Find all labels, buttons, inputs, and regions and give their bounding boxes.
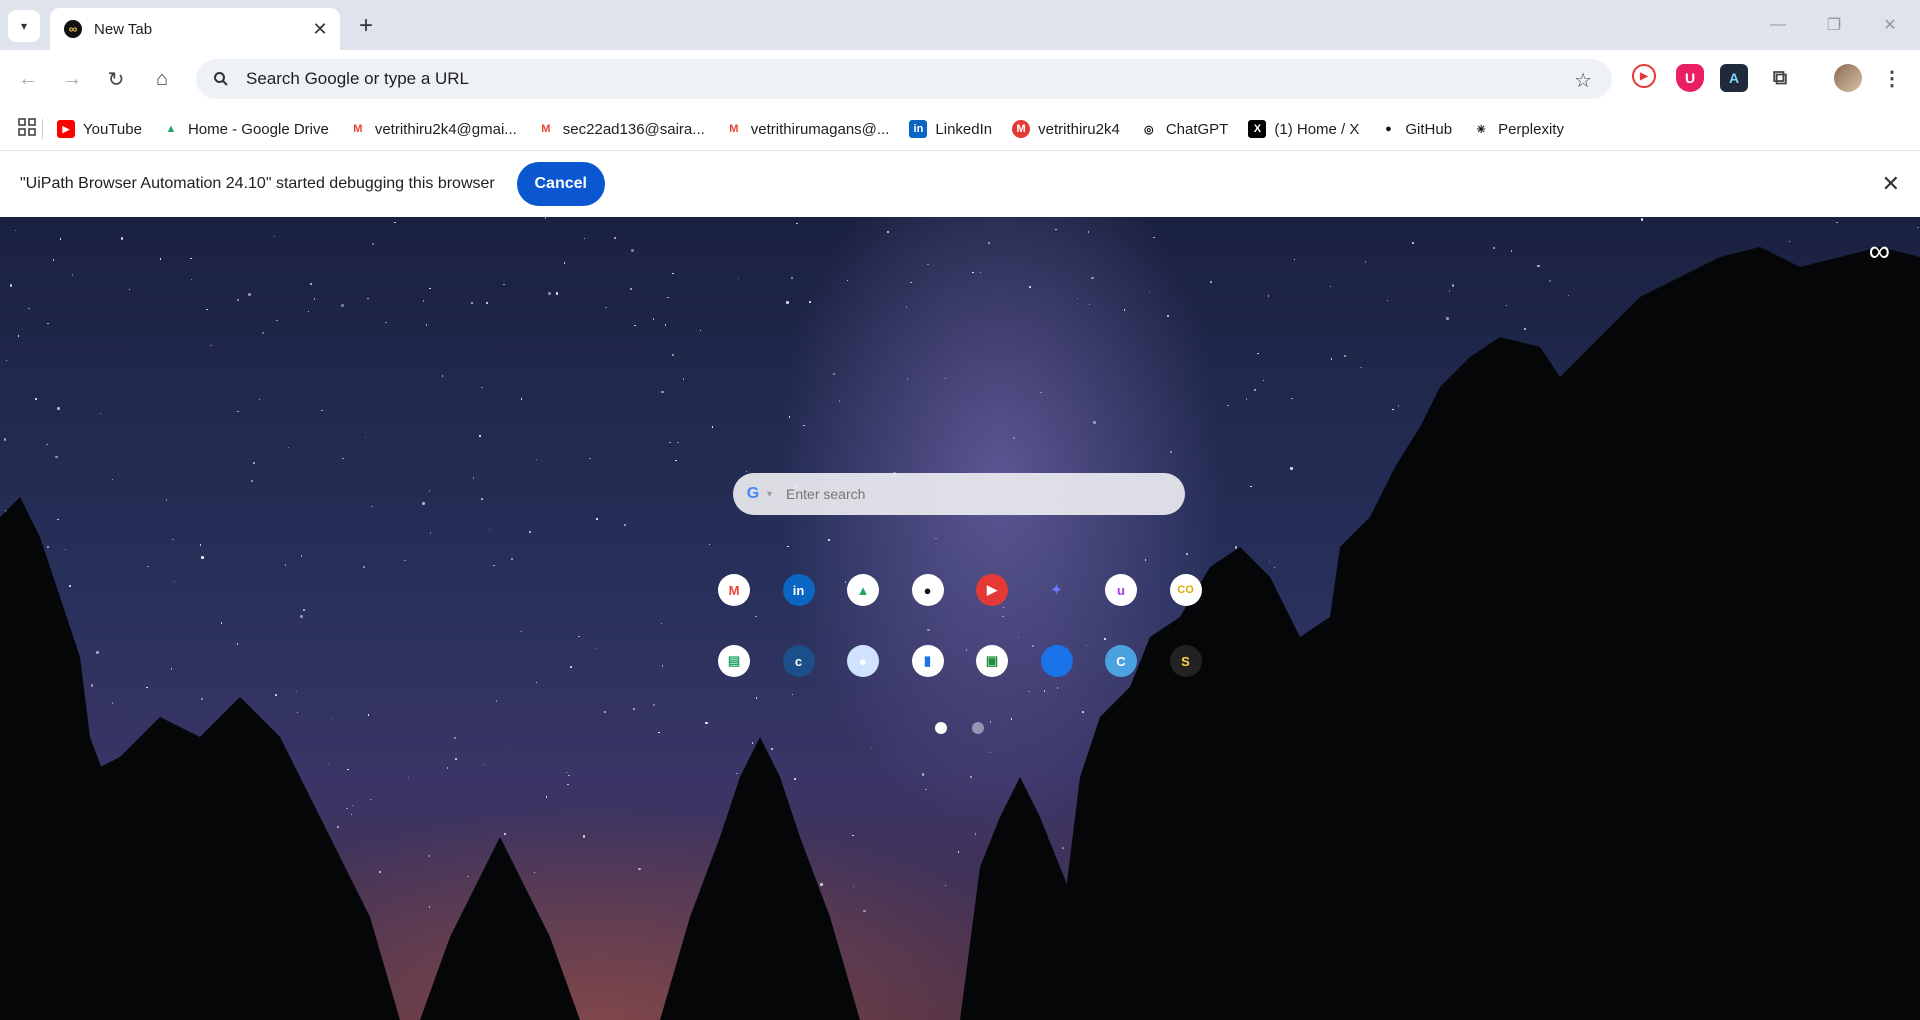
profile-avatar[interactable] bbox=[1834, 64, 1862, 92]
youtube-icon[interactable]: ▶ bbox=[976, 574, 1008, 606]
chatgpt-icon: ◎ bbox=[1144, 123, 1154, 136]
bookmark-item[interactable]: ▲ Home - Google Drive bbox=[162, 120, 329, 138]
minimize-button[interactable]: — bbox=[1750, 0, 1806, 50]
skillrack-icon[interactable]: S bbox=[1169, 645, 1202, 677]
a-extension-icon[interactable]: A bbox=[1720, 64, 1748, 92]
gmail-icon: M bbox=[541, 123, 551, 135]
bookmark-label: vetrithirumagans@... bbox=[750, 120, 890, 138]
bookmark-label: (1) Home / X bbox=[1274, 120, 1360, 138]
sheets-icon[interactable]: ▤ bbox=[718, 645, 750, 677]
tab-new-tab[interactable]: ∞ New Tab ✕ bbox=[50, 8, 340, 50]
page-dot-1[interactable] bbox=[935, 722, 947, 734]
infinity-logo-icon[interactable]: ∞ bbox=[1869, 235, 1890, 269]
page-dot-2[interactable] bbox=[972, 722, 984, 734]
linkedin-icon: in bbox=[909, 120, 928, 138]
apps-grid-icon[interactable] bbox=[18, 117, 36, 141]
reload-button[interactable]: ↻ bbox=[100, 63, 132, 95]
gmail-icon: M bbox=[353, 123, 363, 135]
omnibox[interactable]: ☆ bbox=[196, 59, 1612, 99]
close-window-button[interactable]: ✕ bbox=[1862, 0, 1918, 50]
github-icon[interactable]: ● bbox=[911, 574, 944, 606]
bookmark-item[interactable]: Msec22ad136@saira... bbox=[537, 120, 705, 138]
gmail-icon: M bbox=[729, 123, 739, 135]
bookmark-item[interactable]: Mvetrithiru2k4@gmai... bbox=[349, 120, 517, 138]
infobar-close-icon[interactable]: ✕ bbox=[1882, 171, 1900, 197]
bookmark-item[interactable]: X (1) Home / X bbox=[1248, 120, 1359, 138]
tab-search-button[interactable]: ▾ bbox=[8, 10, 40, 42]
blue-circle-icon[interactable] bbox=[1040, 645, 1073, 677]
m-icon: M bbox=[1012, 120, 1031, 138]
new-tab-page: ∞ G ▾ Min ▲ ● ▶ ✦ u CO ▤ c ● ▮ ▣ CS bbox=[0, 217, 1920, 1020]
engine-dropdown-icon[interactable]: ▾ bbox=[767, 489, 772, 500]
bookmark-item[interactable]: in LinkedIn bbox=[909, 120, 992, 138]
menu-kebab-icon[interactable]: ⋮ bbox=[1878, 64, 1906, 92]
bookmark-star-icon[interactable]: ☆ bbox=[1574, 68, 1592, 93]
bookmark-item[interactable]: ▶ YouTube bbox=[57, 120, 142, 138]
bookmark-label: vetrithiru2k4 bbox=[1038, 120, 1120, 138]
tab-close-icon[interactable]: ✕ bbox=[310, 19, 330, 40]
gemini-icon[interactable]: ✦ bbox=[1041, 574, 1073, 606]
infinity-tab-icon: ∞ bbox=[64, 20, 82, 38]
search-icon bbox=[210, 68, 232, 90]
new-tab-search-input[interactable] bbox=[784, 485, 1145, 503]
tree-silhouette-background bbox=[0, 247, 1920, 1020]
tab-title: New Tab bbox=[94, 20, 153, 38]
canva-icon[interactable]: C bbox=[1105, 645, 1137, 677]
forward-button[interactable]: → bbox=[56, 63, 88, 95]
google-drive-icon[interactable]: ▲ bbox=[847, 574, 879, 606]
bookmark-label: LinkedIn bbox=[935, 120, 993, 138]
bookmarks-separator bbox=[42, 119, 43, 139]
back-button[interactable]: ← bbox=[12, 63, 44, 95]
chat-icon[interactable]: ● bbox=[847, 645, 879, 677]
home-button[interactable]: ⌂ bbox=[146, 63, 178, 95]
bookmark-label: sec22ad136@saira... bbox=[562, 120, 705, 138]
bookmark-label: GitHub bbox=[1405, 120, 1453, 138]
new-tab-button[interactable]: + bbox=[352, 12, 380, 40]
linkedin-icon[interactable]: in bbox=[782, 574, 815, 606]
bookmark-item[interactable]: Mvetrithirumagans@... bbox=[725, 120, 890, 138]
cancel-button[interactable]: Cancel bbox=[516, 162, 605, 206]
toolbar: ← → ↻ ⌂ ☆ ▶ U A ⧉ ⋮ bbox=[0, 50, 1920, 108]
bookmark-item[interactable]: ✳ Perplexity bbox=[1472, 120, 1564, 138]
x-icon: X bbox=[1248, 120, 1267, 138]
title-bar: ▾ ∞ New Tab ✕ + — ❐ ✕ bbox=[0, 0, 1920, 50]
github-icon: ● bbox=[1385, 123, 1392, 135]
omnibox-input[interactable] bbox=[244, 68, 1544, 90]
new-tab-search-bar[interactable]: G ▾ bbox=[733, 473, 1185, 515]
youtube-icon: ▶ bbox=[57, 120, 75, 138]
bookmark-label: YouTube bbox=[83, 120, 142, 138]
restore-button[interactable]: ❐ bbox=[1806, 0, 1862, 50]
bookmark-label: Perplexity bbox=[1498, 120, 1564, 138]
ublock-extension-icon[interactable]: U bbox=[1676, 64, 1704, 92]
docs-icon[interactable]: ▮ bbox=[911, 645, 944, 677]
bookmark-item[interactable]: ◎ ChatGPT bbox=[1140, 120, 1229, 138]
bookmark-label: ChatGPT bbox=[1165, 120, 1229, 138]
infobar-message: "UiPath Browser Automation 24.10" starte… bbox=[20, 175, 495, 192]
udemy-icon[interactable]: u bbox=[1105, 574, 1137, 606]
google-g-icon[interactable]: G bbox=[743, 484, 763, 504]
bookmark-label: vetrithiru2k4@gmai... bbox=[374, 120, 517, 138]
screen-recorder-extension-icon[interactable]: ▶ bbox=[1632, 64, 1656, 88]
extensions-puzzle-icon[interactable]: ⧉ bbox=[1766, 64, 1794, 92]
gmail-icon[interactable]: M bbox=[718, 574, 750, 606]
bookmarks-bar: ▶ YouTube ▲ Home - Google Drive Mvetrithiru2… bbox=[0, 108, 1920, 150]
bookmark-label: Home - Google Drive bbox=[187, 120, 329, 138]
classroom-icon[interactable]: ▣ bbox=[976, 645, 1008, 677]
coursera-icon[interactable]: c bbox=[782, 645, 815, 677]
bookmark-item[interactable]: ● GitHub bbox=[1379, 120, 1452, 138]
perplexity-icon: ✳ bbox=[1476, 123, 1486, 136]
bookmark-item[interactable]: Mvetrithiru2k4 bbox=[1012, 120, 1120, 138]
coursera-co-icon[interactable]: CO bbox=[1169, 574, 1202, 606]
google-drive-icon: ▲ bbox=[165, 123, 177, 135]
debugging-infobar: "UiPath Browser Automation 24.10" starte… bbox=[0, 150, 1920, 217]
chevron-down-icon: ▾ bbox=[20, 19, 28, 33]
